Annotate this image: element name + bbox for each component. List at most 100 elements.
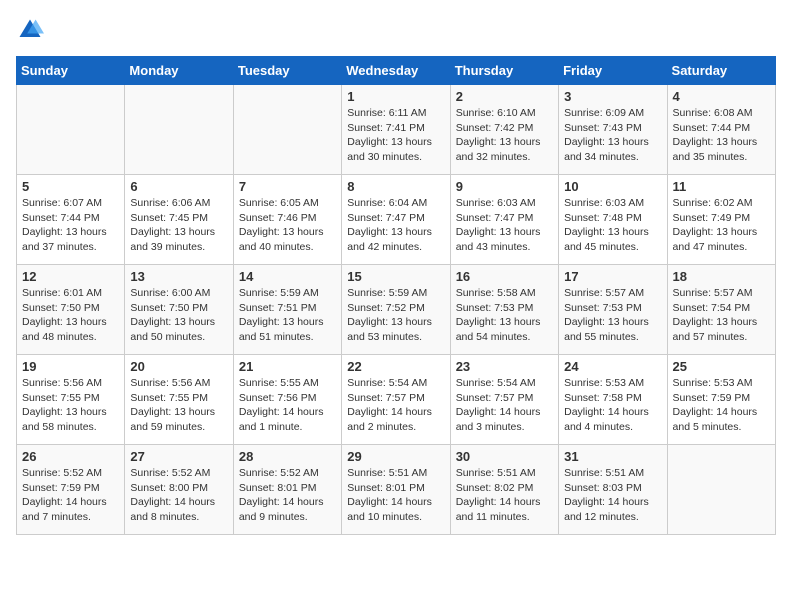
day-number: 24 <box>564 359 661 374</box>
cell-content: Sunrise: 5:52 AMSunset: 8:00 PMDaylight:… <box>130 466 227 525</box>
cell-content: Sunrise: 5:51 AMSunset: 8:03 PMDaylight:… <box>564 466 661 525</box>
column-header-thursday: Thursday <box>450 57 558 85</box>
day-number: 30 <box>456 449 553 464</box>
day-number: 6 <box>130 179 227 194</box>
day-number: 4 <box>673 89 770 104</box>
calendar-cell: 9 Sunrise: 6:03 AMSunset: 7:47 PMDaylight… <box>450 175 558 265</box>
cell-content: Sunrise: 5:52 AMSunset: 7:59 PMDaylight:… <box>22 466 119 525</box>
column-header-tuesday: Tuesday <box>233 57 341 85</box>
calendar-cell: 2 Sunrise: 6:10 AMSunset: 7:42 PMDaylight… <box>450 85 558 175</box>
day-number: 23 <box>456 359 553 374</box>
calendar-cell: 24 Sunrise: 5:53 AMSunset: 7:58 PMDayligh… <box>559 355 667 445</box>
cell-content: Sunrise: 6:07 AMSunset: 7:44 PMDaylight:… <box>22 196 119 255</box>
cell-content: Sunrise: 6:10 AMSunset: 7:42 PMDaylight:… <box>456 106 553 165</box>
cell-content: Sunrise: 6:03 AMSunset: 7:48 PMDaylight:… <box>564 196 661 255</box>
day-number: 2 <box>456 89 553 104</box>
cell-content: Sunrise: 5:57 AMSunset: 7:54 PMDaylight:… <box>673 286 770 345</box>
day-number: 15 <box>347 269 444 284</box>
calendar-week-1: 1Sunrise: 6:11 AMSunset: 7:41 PMDaylight… <box>17 85 776 175</box>
calendar-week-3: 12 Sunrise: 6:01 AMSunset: 7:50 PMDayligh… <box>17 265 776 355</box>
calendar-cell: 26 Sunrise: 5:52 AMSunset: 7:59 PMDayligh… <box>17 445 125 535</box>
column-header-monday: Monday <box>125 57 233 85</box>
day-number: 16 <box>456 269 553 284</box>
calendar-cell: 28 Sunrise: 5:52 AMSunset: 8:01 PMDayligh… <box>233 445 341 535</box>
day-number: 28 <box>239 449 336 464</box>
day-number: 21 <box>239 359 336 374</box>
calendar-cell: 14Sunrise: 5:59 AMSunset: 7:51 PMDayligh… <box>233 265 341 355</box>
cell-content: Sunrise: 5:57 AMSunset: 7:53 PMDaylight:… <box>564 286 661 345</box>
calendar-week-4: 19 Sunrise: 5:56 AMSunset: 7:55 PMDayligh… <box>17 355 776 445</box>
day-number: 18 <box>673 269 770 284</box>
cell-content: Sunrise: 6:00 AMSunset: 7:50 PMDaylight:… <box>130 286 227 345</box>
day-number: 17 <box>564 269 661 284</box>
cell-content: Sunrise: 5:53 AMSunset: 7:58 PMDaylight:… <box>564 376 661 435</box>
logo-icon <box>16 16 44 44</box>
day-number: 10 <box>564 179 661 194</box>
day-number: 22 <box>347 359 444 374</box>
calendar-cell: 25 Sunrise: 5:53 AMSunset: 7:59 PMDayligh… <box>667 355 775 445</box>
column-header-friday: Friday <box>559 57 667 85</box>
day-number: 20 <box>130 359 227 374</box>
cell-content: Sunrise: 5:55 AMSunset: 7:56 PMDaylight:… <box>239 376 336 435</box>
calendar-cell: 11 Sunrise: 6:02 AMSunset: 7:49 PMDayligh… <box>667 175 775 265</box>
cell-content: Sunrise: 6:04 AMSunset: 7:47 PMDaylight:… <box>347 196 444 255</box>
day-number: 9 <box>456 179 553 194</box>
calendar-cell: 15 Sunrise: 5:59 AMSunset: 7:52 PMDayligh… <box>342 265 450 355</box>
calendar-cell <box>667 445 775 535</box>
cell-content: Sunrise: 5:56 AMSunset: 7:55 PMDaylight:… <box>130 376 227 435</box>
calendar-cell <box>17 85 125 175</box>
cell-content: Sunrise: 5:53 AMSunset: 7:59 PMDaylight:… <box>673 376 770 435</box>
day-number: 27 <box>130 449 227 464</box>
cell-content: Sunrise: 6:06 AMSunset: 7:45 PMDaylight:… <box>130 196 227 255</box>
calendar-cell: 7Sunrise: 6:05 AMSunset: 7:46 PMDaylight… <box>233 175 341 265</box>
cell-content: Sunrise: 6:11 AMSunset: 7:41 PMDaylight:… <box>347 106 444 165</box>
calendar-cell <box>233 85 341 175</box>
day-number: 13 <box>130 269 227 284</box>
calendar-cell: 17 Sunrise: 5:57 AMSunset: 7:53 PMDayligh… <box>559 265 667 355</box>
cell-content: Sunrise: 6:03 AMSunset: 7:47 PMDaylight:… <box>456 196 553 255</box>
column-header-saturday: Saturday <box>667 57 775 85</box>
cell-content: Sunrise: 5:59 AMSunset: 7:51 PMDaylight:… <box>239 286 336 345</box>
cell-content: Sunrise: 6:02 AMSunset: 7:49 PMDaylight:… <box>673 196 770 255</box>
day-number: 19 <box>22 359 119 374</box>
calendar-cell <box>125 85 233 175</box>
cell-content: Sunrise: 5:52 AMSunset: 8:01 PMDaylight:… <box>239 466 336 525</box>
day-number: 5 <box>22 179 119 194</box>
calendar-cell: 31 Sunrise: 5:51 AMSunset: 8:03 PMDayligh… <box>559 445 667 535</box>
logo <box>16 16 48 44</box>
calendar-cell: 4 Sunrise: 6:08 AMSunset: 7:44 PMDaylight… <box>667 85 775 175</box>
cell-content: Sunrise: 5:58 AMSunset: 7:53 PMDaylight:… <box>456 286 553 345</box>
calendar-cell: 3 Sunrise: 6:09 AMSunset: 7:43 PMDaylight… <box>559 85 667 175</box>
calendar-cell: 1Sunrise: 6:11 AMSunset: 7:41 PMDaylight… <box>342 85 450 175</box>
column-header-sunday: Sunday <box>17 57 125 85</box>
calendar-cell: 5 Sunrise: 6:07 AMSunset: 7:44 PMDaylight… <box>17 175 125 265</box>
calendar-header-row: SundayMondayTuesdayWednesdayThursdayFrid… <box>17 57 776 85</box>
day-number: 26 <box>22 449 119 464</box>
day-number: 11 <box>673 179 770 194</box>
cell-content: Sunrise: 6:09 AMSunset: 7:43 PMDaylight:… <box>564 106 661 165</box>
cell-content: Sunrise: 6:08 AMSunset: 7:44 PMDaylight:… <box>673 106 770 165</box>
day-number: 7 <box>239 179 336 194</box>
day-number: 25 <box>673 359 770 374</box>
cell-content: Sunrise: 5:54 AMSunset: 7:57 PMDaylight:… <box>347 376 444 435</box>
day-number: 31 <box>564 449 661 464</box>
cell-content: Sunrise: 5:51 AMSunset: 8:02 PMDaylight:… <box>456 466 553 525</box>
calendar-cell: 29Sunrise: 5:51 AMSunset: 8:01 PMDayligh… <box>342 445 450 535</box>
cell-content: Sunrise: 5:59 AMSunset: 7:52 PMDaylight:… <box>347 286 444 345</box>
day-number: 29 <box>347 449 444 464</box>
calendar-cell: 6 Sunrise: 6:06 AMSunset: 7:45 PMDaylight… <box>125 175 233 265</box>
calendar-table: SundayMondayTuesdayWednesdayThursdayFrid… <box>16 56 776 535</box>
calendar-cell: 18 Sunrise: 5:57 AMSunset: 7:54 PMDayligh… <box>667 265 775 355</box>
cell-content: Sunrise: 6:01 AMSunset: 7:50 PMDaylight:… <box>22 286 119 345</box>
calendar-cell: 23Sunrise: 5:54 AMSunset: 7:57 PMDayligh… <box>450 355 558 445</box>
calendar-cell: 27 Sunrise: 5:52 AMSunset: 8:00 PMDayligh… <box>125 445 233 535</box>
calendar-cell: 10 Sunrise: 6:03 AMSunset: 7:48 PMDayligh… <box>559 175 667 265</box>
column-header-wednesday: Wednesday <box>342 57 450 85</box>
day-number: 3 <box>564 89 661 104</box>
calendar-cell: 16 Sunrise: 5:58 AMSunset: 7:53 PMDayligh… <box>450 265 558 355</box>
calendar-cell: 19Sunrise: 5:56 AMSunset: 7:55 PMDayligh… <box>17 355 125 445</box>
page-header <box>16 16 776 44</box>
day-number: 12 <box>22 269 119 284</box>
calendar-cell: 21 Sunrise: 5:55 AMSunset: 7:56 PMDayligh… <box>233 355 341 445</box>
calendar-cell: 30 Sunrise: 5:51 AMSunset: 8:02 PMDayligh… <box>450 445 558 535</box>
